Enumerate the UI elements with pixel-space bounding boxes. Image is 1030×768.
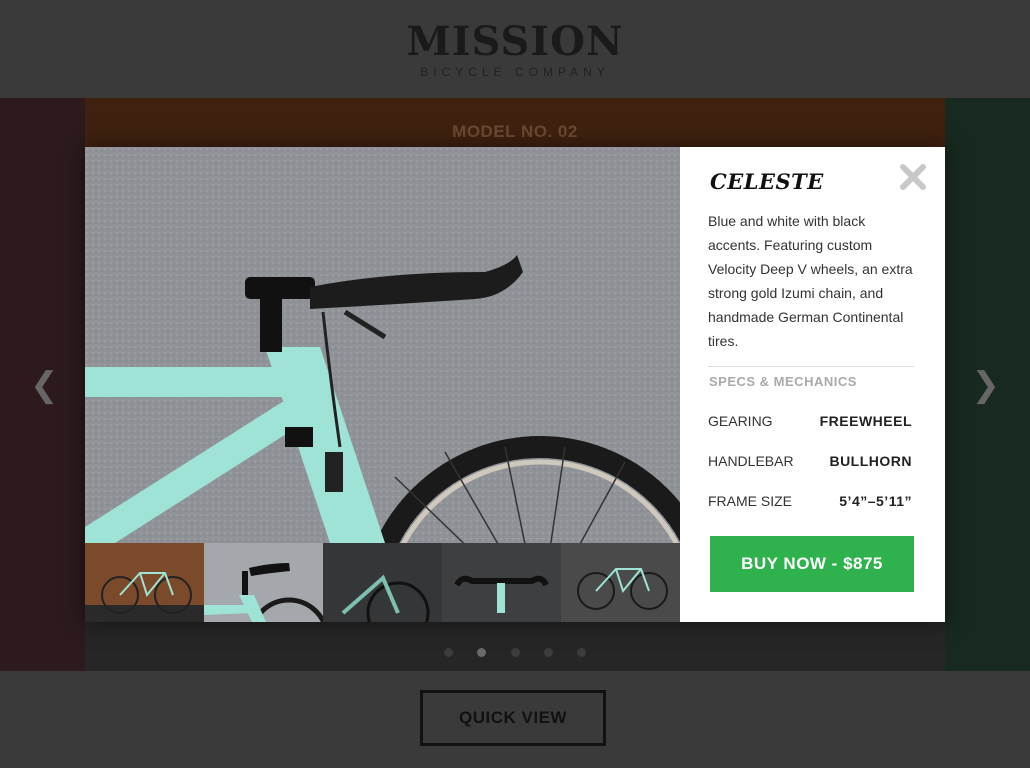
carousel-dots xyxy=(0,644,1030,662)
spec-label: HANDLEBAR xyxy=(708,453,794,469)
spec-row-handlebar: HANDLEBAR BULLHORN xyxy=(708,453,912,469)
carousel-dot[interactable] xyxy=(577,648,587,657)
quick-view-button[interactable]: QUICK VIEW xyxy=(420,690,606,746)
thumbnail-1[interactable] xyxy=(85,543,204,622)
spec-label: FRAME SIZE xyxy=(708,493,793,509)
spec-label: GEARING xyxy=(708,413,773,429)
thumbnail-5[interactable] xyxy=(561,543,680,622)
spec-value: 5’4”–5’11” xyxy=(839,493,912,509)
spec-value: FREEWHEEL xyxy=(819,413,912,429)
thumbnail-4[interactable] xyxy=(442,543,561,622)
site-header: MISSION BICYCLE COMPANY xyxy=(0,0,1030,98)
specs-heading: SPECS & MECHANICS xyxy=(709,374,857,389)
divider xyxy=(708,366,914,367)
thumbnail-2-selected[interactable] xyxy=(204,543,323,622)
product-details-panel: CELESTE Blue and white with black accent… xyxy=(680,147,945,622)
quick-view-modal: CELESTE Blue and white with black accent… xyxy=(85,147,945,622)
carousel-dot[interactable] xyxy=(543,648,553,657)
product-title: CELESTE xyxy=(710,169,824,194)
brand-tagline: BICYCLE COMPANY xyxy=(420,65,610,79)
brand-logo[interactable]: MISSION xyxy=(0,18,1030,65)
spec-row-gearing: GEARING FREEWHEEL xyxy=(708,413,912,429)
spec-row-frame-size: FRAME SIZE 5’4”–5’11” xyxy=(708,493,912,509)
thumbnail-3[interactable] xyxy=(323,543,442,622)
close-icon[interactable] xyxy=(899,163,927,191)
carousel-dot[interactable] xyxy=(510,648,520,657)
product-description: Blue and white with black accents. Featu… xyxy=(708,213,913,349)
bottom-bar: QUICK VIEW xyxy=(0,671,1030,768)
thumbnail-strip xyxy=(85,543,680,622)
carousel-dot-active[interactable] xyxy=(477,648,487,657)
carousel-dot[interactable] xyxy=(443,648,453,657)
model-number-label: MODEL NO. 02 xyxy=(452,122,578,141)
product-photo xyxy=(85,147,680,543)
spec-value: BULLHORN xyxy=(829,453,912,469)
chevron-left-icon[interactable]: ❮ xyxy=(30,368,59,402)
chevron-right-icon[interactable]: ❯ xyxy=(972,368,1001,402)
buy-now-button[interactable]: BUY NOW - $875 xyxy=(710,536,914,592)
